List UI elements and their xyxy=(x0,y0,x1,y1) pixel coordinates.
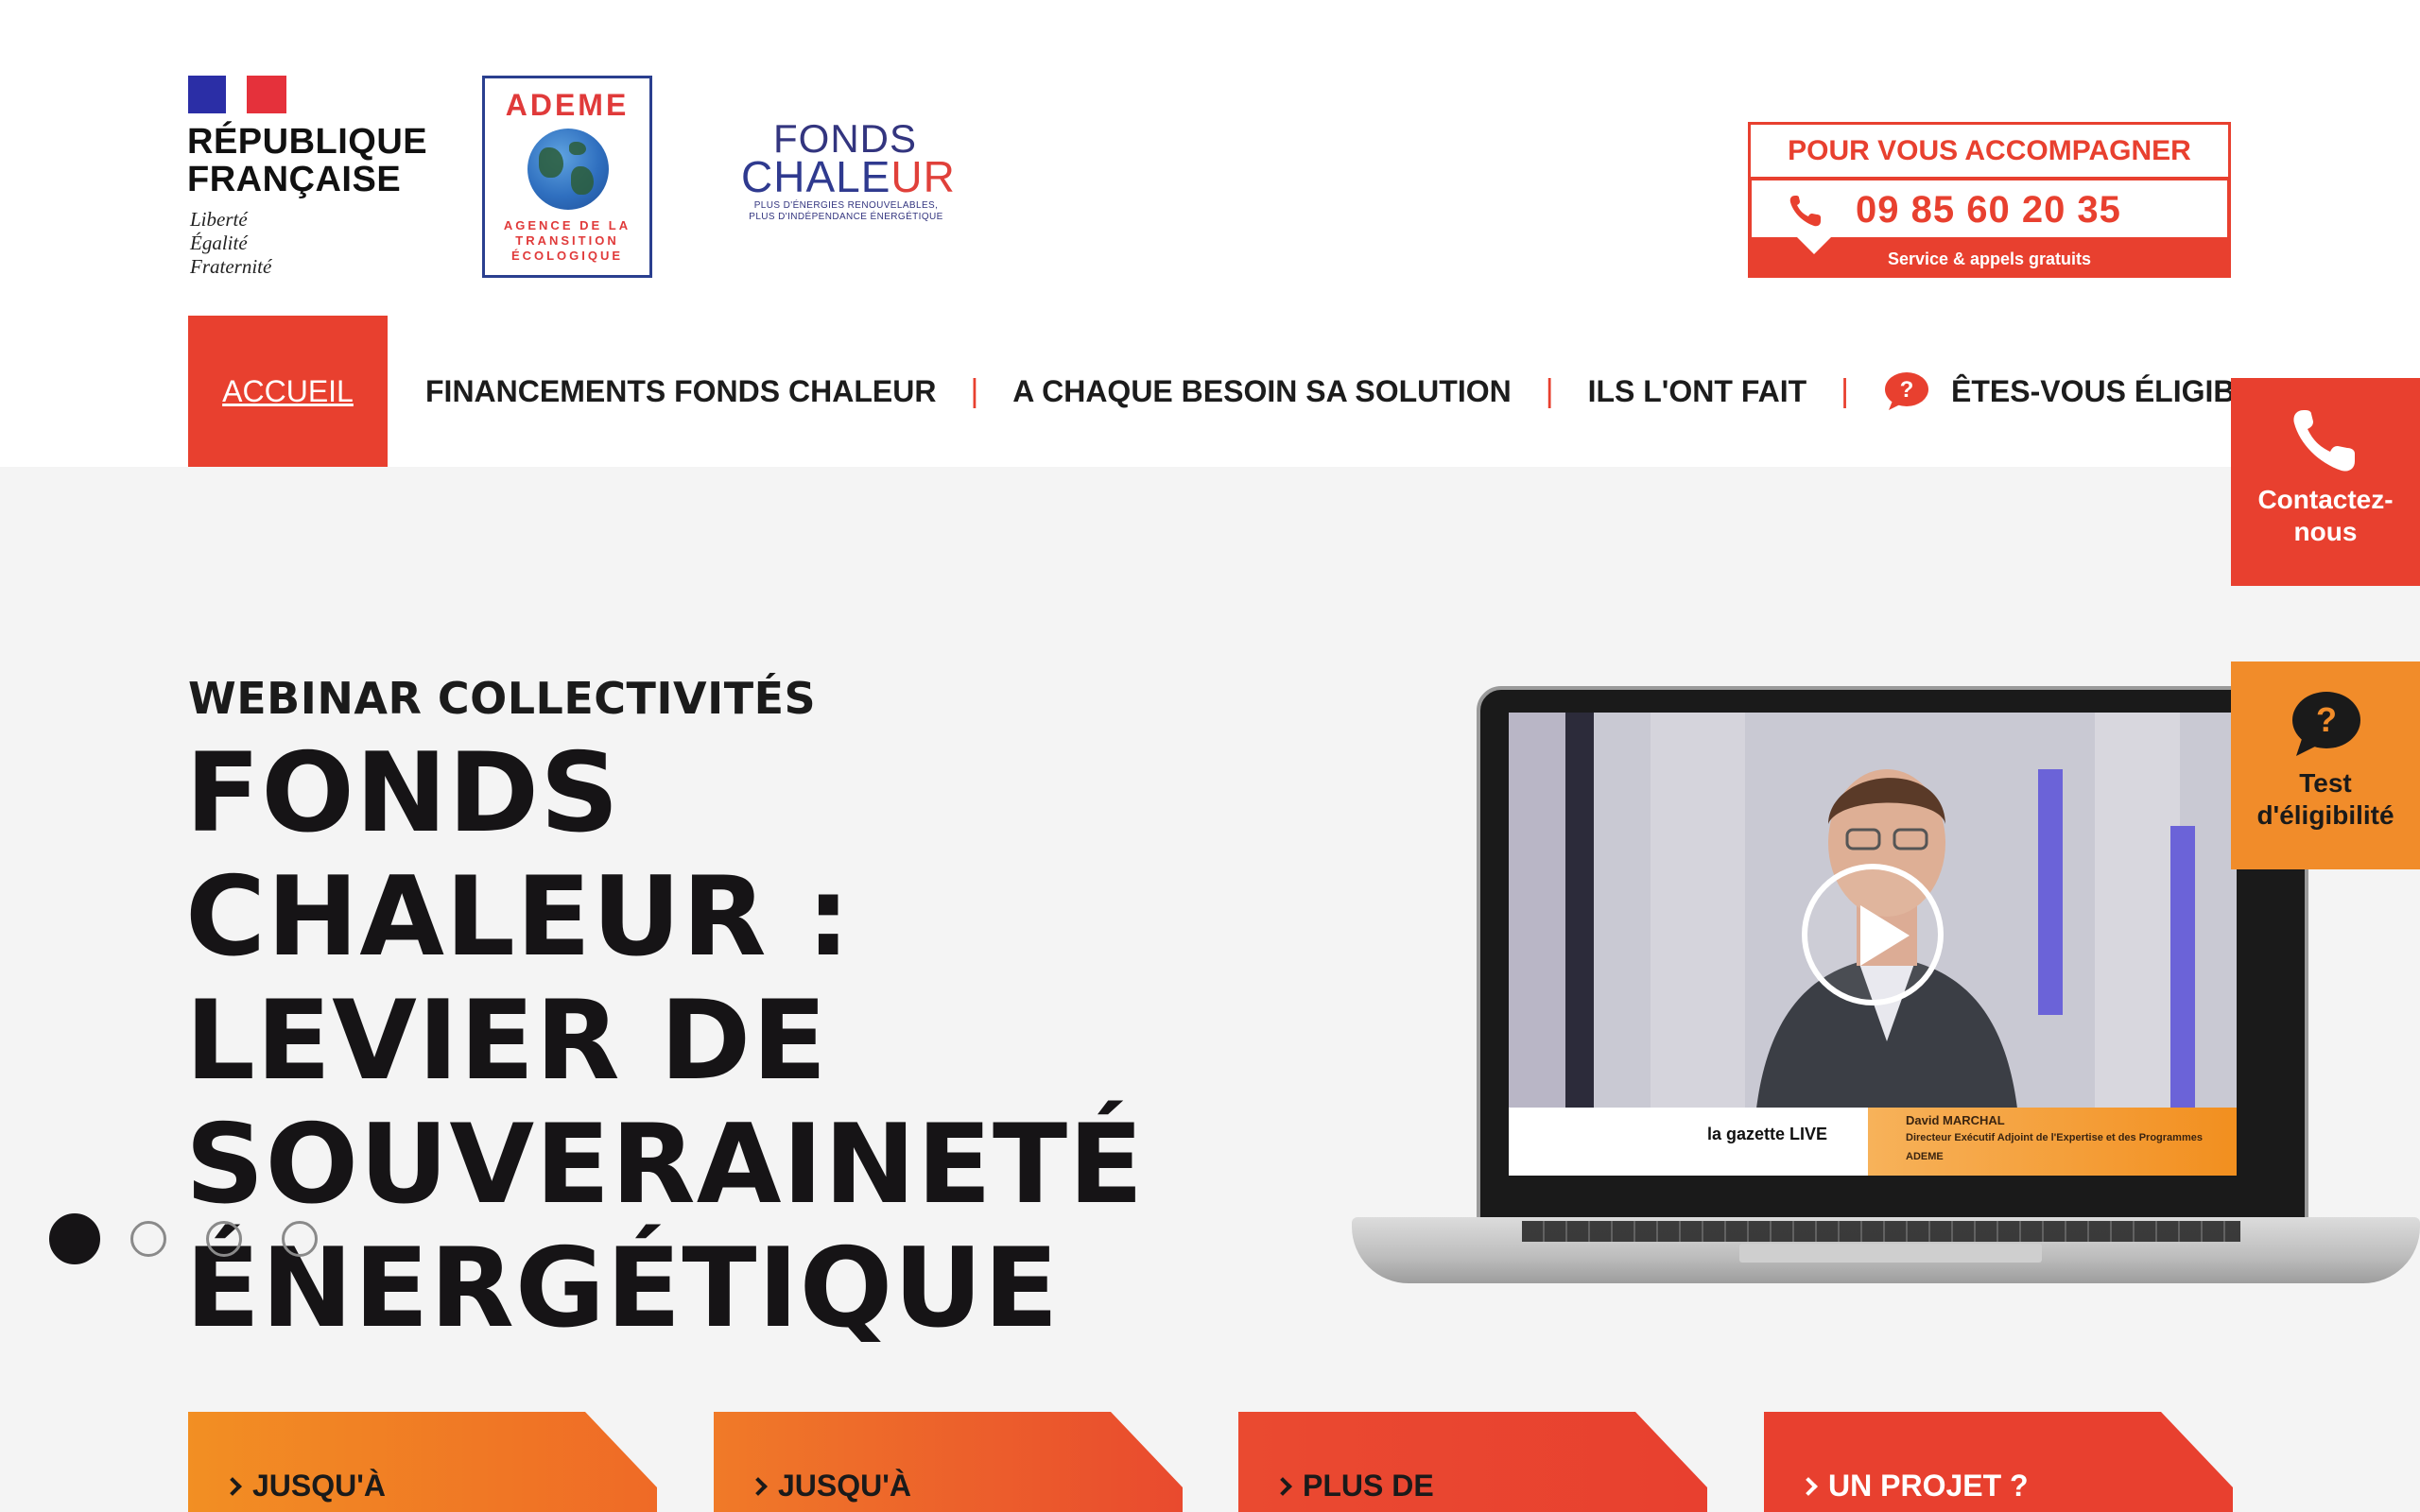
nav-separator: | xyxy=(970,372,979,409)
republique-name: RÉPUBLIQUE FRANÇAISE xyxy=(187,123,427,198)
hero-title-line: CHALEUR : xyxy=(185,853,852,981)
ademe-subtitle-line: AGENCE DE LA xyxy=(503,218,631,232)
contact-us-label-1: Contactez- xyxy=(2257,485,2394,514)
hero-slider: WEBINAR COLLECTIVITÉS FONDS CHALEUR : LE… xyxy=(0,467,2420,1512)
republique-name-line2: FRANÇAISE xyxy=(187,160,402,199)
stat-card-label: JUSQU'À xyxy=(223,1469,386,1503)
slider-dot-4[interactable] xyxy=(282,1221,318,1257)
main-nav: ACCUEIL FINANCEMENTS FONDS CHALEUR | A C… xyxy=(188,316,2301,467)
ademe-subtitle-line: ÉCOLOGIQUE xyxy=(510,249,624,263)
eligibility-test-label-1: Test xyxy=(2299,768,2352,798)
contact-phone-box[interactable]: POUR VOUS ACCOMPAGNER 09 85 60 20 35 Ser… xyxy=(1748,122,2231,278)
ademe-name: ADEME xyxy=(505,88,630,122)
nav-separator: | xyxy=(1545,372,1554,409)
slider-dot-1[interactable] xyxy=(49,1213,100,1264)
stat-card-2[interactable]: JUSQU'À xyxy=(714,1412,1183,1512)
stat-card-1[interactable]: JUSQU'À xyxy=(188,1412,657,1512)
motto-egalite: Égalité xyxy=(190,232,248,254)
chevron-right-icon xyxy=(1273,1477,1292,1496)
contact-us-label-2: nous xyxy=(2293,517,2358,546)
eligibility-test-button[interactable]: ? Test d'éligibilité xyxy=(2231,662,2420,869)
phone-icon xyxy=(1789,196,1821,227)
svg-text:?: ? xyxy=(1900,377,1914,403)
motto-fraternite: Fraternité xyxy=(190,255,272,278)
hero-title-line: SOUVERAINETÉ xyxy=(185,1101,1145,1228)
nav-item-solutions[interactable]: A CHAQUE BESOIN SA SOLUTION xyxy=(1012,316,1511,467)
hero-kicker: WEBINAR COLLECTIVITÉS xyxy=(188,673,817,724)
stat-card-3[interactable]: PLUS DE xyxy=(1238,1412,1707,1512)
video-lower-third: la gazette LIVE David MARCHAL Directeur … xyxy=(1509,1108,2237,1176)
nav-item-financements[interactable]: FINANCEMENTS FONDS CHALEUR xyxy=(425,316,936,467)
laptop-base xyxy=(1352,1217,2420,1283)
contact-phone-number[interactable]: 09 85 60 20 35 xyxy=(1856,186,2121,233)
fonds-chaleur-line2-a: CHALE xyxy=(741,152,891,201)
ademe-subtitle-line: TRANSITION xyxy=(515,233,619,248)
video-speaker-org: ADEME xyxy=(1906,1151,1944,1162)
republique-name-line1: RÉPUBLIQUE xyxy=(187,122,428,162)
slider-dot-3[interactable] xyxy=(206,1221,242,1257)
fonds-chaleur-tagline: PLUS D'ÉNERGIES RENOUVELABLES, PLUS D'IN… xyxy=(741,200,951,223)
nav-separator: | xyxy=(1841,372,1849,409)
phone-icon xyxy=(2293,410,2355,472)
republique-francaise-logo[interactable]: RÉPUBLIQUE FRANÇAISE Liberté Égalité Fra… xyxy=(187,76,433,284)
fonds-chaleur-logo[interactable]: FONDS CHALEUR PLUS D'ÉNERGIES RENOUVELAB… xyxy=(741,119,959,234)
question-bubble-icon: ? xyxy=(2292,692,2360,756)
slider-dot-2[interactable] xyxy=(130,1221,166,1257)
nav-item-accueil[interactable]: ACCUEIL xyxy=(188,316,388,467)
stat-card-label: PLUS DE xyxy=(1273,1469,1434,1503)
stat-card-label: UN PROJET ? xyxy=(1799,1469,2029,1503)
hero-title-line: LEVIER DE xyxy=(185,977,828,1105)
ademe-logo[interactable]: ADEME AGENCE DE LA TRANSITION ÉCOLOGIQUE xyxy=(482,76,652,278)
stat-card-4[interactable]: UN PROJET ? xyxy=(1764,1412,2233,1512)
eligibility-test-label-2: d'éligibilité xyxy=(2256,800,2394,830)
fonds-chaleur-line2: CHALEUR xyxy=(741,155,959,198)
play-button[interactable] xyxy=(1802,864,1944,1005)
slider-dots xyxy=(49,1213,357,1264)
contact-box-notch xyxy=(1797,237,1831,254)
video-partner-logo: la gazette LIVE xyxy=(1707,1125,1828,1143)
question-bubble-icon: ? xyxy=(1885,372,1928,410)
contact-us-button[interactable]: Contactez- nous xyxy=(2231,378,2420,586)
marianne-flag-icon xyxy=(188,76,286,113)
nav-item-ils-l-ont-fait[interactable]: ILS L'ONT FAIT xyxy=(1588,316,1807,467)
motto-liberte: Liberté xyxy=(190,208,248,231)
hero-title-line: FONDS xyxy=(185,730,620,857)
fonds-chaleur-tagline-2: PLUS D'INDÉPENDANCE ÉNERGÉTIQUE xyxy=(749,212,943,222)
ademe-subtitle: AGENCE DE LA TRANSITION ÉCOLOGIQUE xyxy=(485,218,649,264)
video-speaker-name: David MARCHAL xyxy=(1906,1113,2005,1127)
globe-icon xyxy=(527,129,609,210)
fonds-chaleur-line2-b: UR xyxy=(890,152,956,201)
chevron-right-icon xyxy=(749,1477,768,1496)
site-header: RÉPUBLIQUE FRANÇAISE Liberté Égalité Fra… xyxy=(0,0,2420,467)
contact-box-title: POUR VOUS ACCOMPAGNER xyxy=(1748,122,2231,177)
contact-phone-row[interactable]: 09 85 60 20 35 xyxy=(1748,177,2231,241)
laptop-screen-frame: la gazette LIVE David MARCHAL Directeur … xyxy=(1477,686,2308,1225)
fonds-chaleur-tagline-1: PLUS D'ÉNERGIES RENOUVELABLES, xyxy=(753,200,939,211)
video-thumbnail[interactable]: la gazette LIVE David MARCHAL Directeur … xyxy=(1509,713,2237,1176)
stat-card-label: JUSQU'À xyxy=(749,1469,911,1503)
chevron-right-icon xyxy=(1799,1477,1818,1496)
video-speaker-role: Directeur Exécutif Adjoint de l'Expertis… xyxy=(1906,1132,2203,1143)
republique-motto: Liberté Égalité Fraternité xyxy=(190,208,271,279)
chevron-right-icon xyxy=(223,1477,242,1496)
svg-text:?: ? xyxy=(2316,700,2337,739)
